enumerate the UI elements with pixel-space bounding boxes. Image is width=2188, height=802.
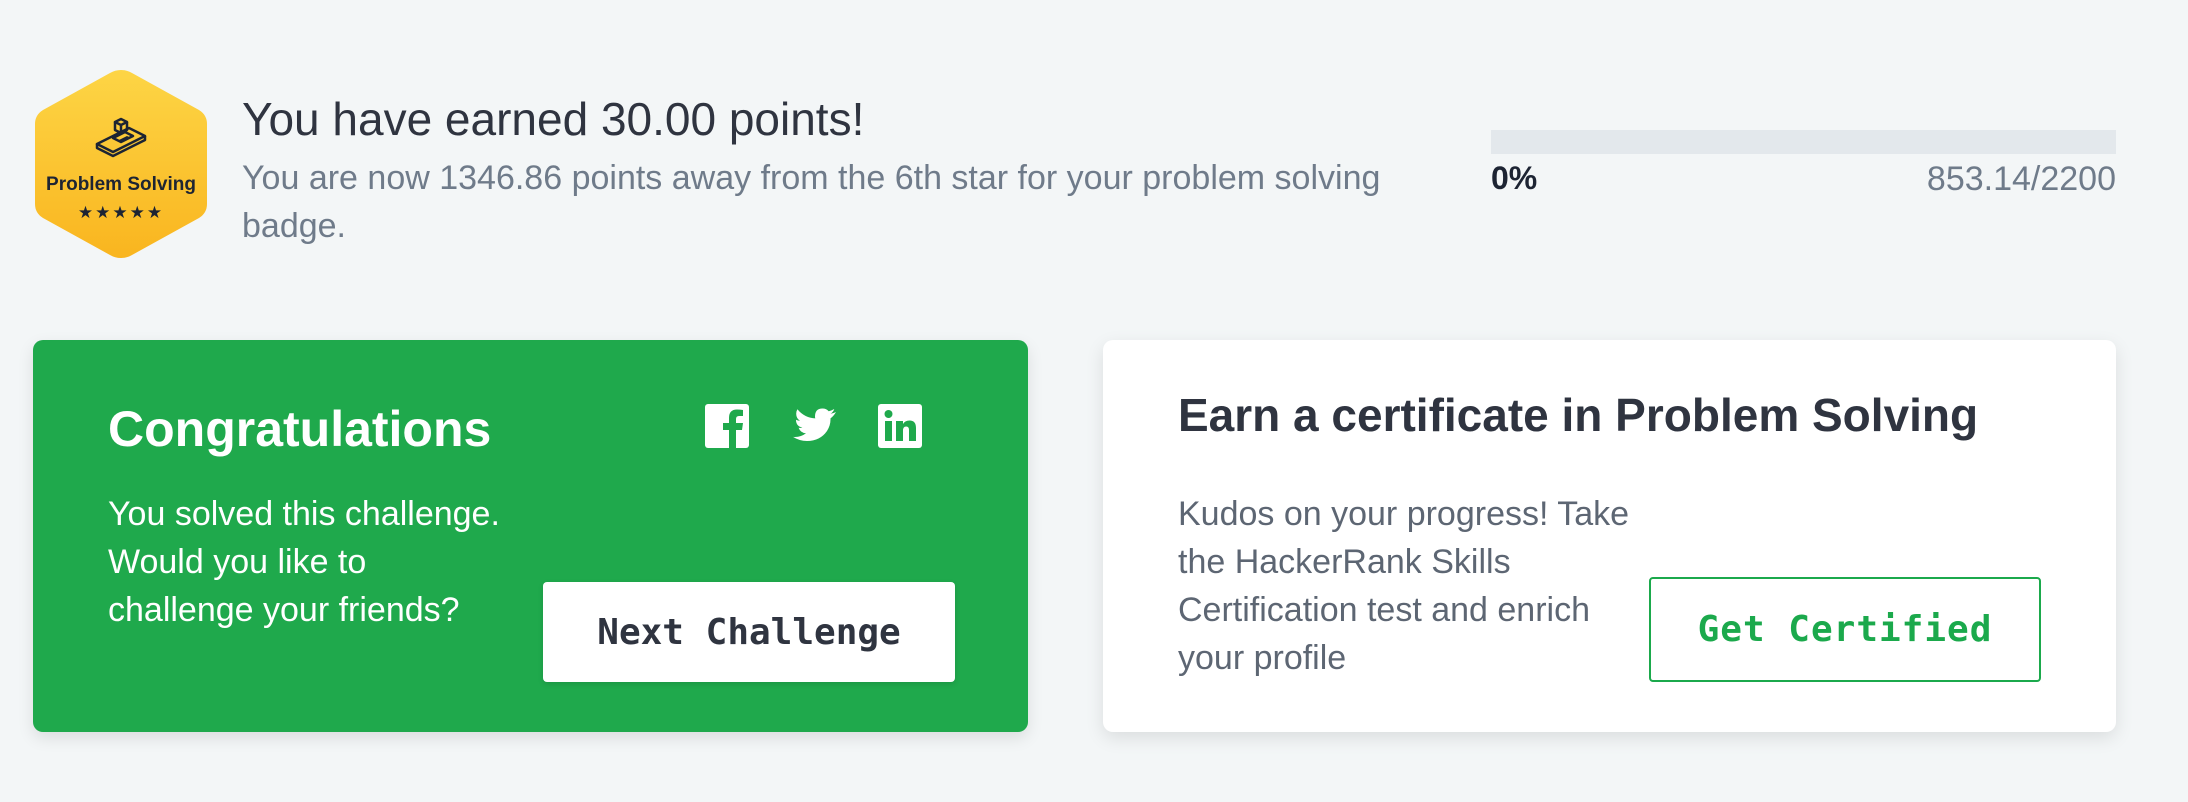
progress-percent: 0% bbox=[1491, 160, 1538, 196]
points-away-text: You are now 1346.86 points away from the… bbox=[242, 159, 1381, 245]
badge-label: Problem Solving bbox=[46, 174, 196, 195]
facebook-icon[interactable] bbox=[703, 402, 751, 450]
star-progress-bar bbox=[1491, 130, 2116, 154]
blocks-icon bbox=[95, 117, 147, 158]
congratulations-card: Congratulations You solved this challeng… bbox=[33, 340, 1028, 732]
next-challenge-button[interactable]: Next Challenge bbox=[543, 582, 955, 682]
badge-stars: ★★★★★ bbox=[77, 203, 165, 222]
problem-solving-badge: Problem Solving ★★★★★ bbox=[31, 66, 211, 262]
twitter-icon[interactable] bbox=[790, 402, 838, 450]
certificate-card: Earn a certificate in Problem Solving Ku… bbox=[1103, 340, 2116, 732]
badge-hexagon bbox=[35, 70, 207, 258]
submission-result-page: Problem Solving ★★★★★ You have earned 30… bbox=[0, 0, 2188, 802]
congratulations-title: Congratulations bbox=[108, 401, 492, 457]
linkedin-icon[interactable] bbox=[876, 402, 924, 450]
congratulations-message: You solved this challenge. Would you lik… bbox=[108, 495, 500, 629]
certificate-message: Kudos on your progress! Take the HackerR… bbox=[1178, 495, 1630, 677]
certificate-title: Earn a certificate in Problem Solving bbox=[1178, 389, 1979, 441]
get-certified-button[interactable]: Get Certified bbox=[1649, 577, 2041, 682]
points-earned-title: You have earned 30.00 points! bbox=[242, 93, 865, 145]
progress-score: 853.14/2200 bbox=[1926, 160, 2116, 198]
